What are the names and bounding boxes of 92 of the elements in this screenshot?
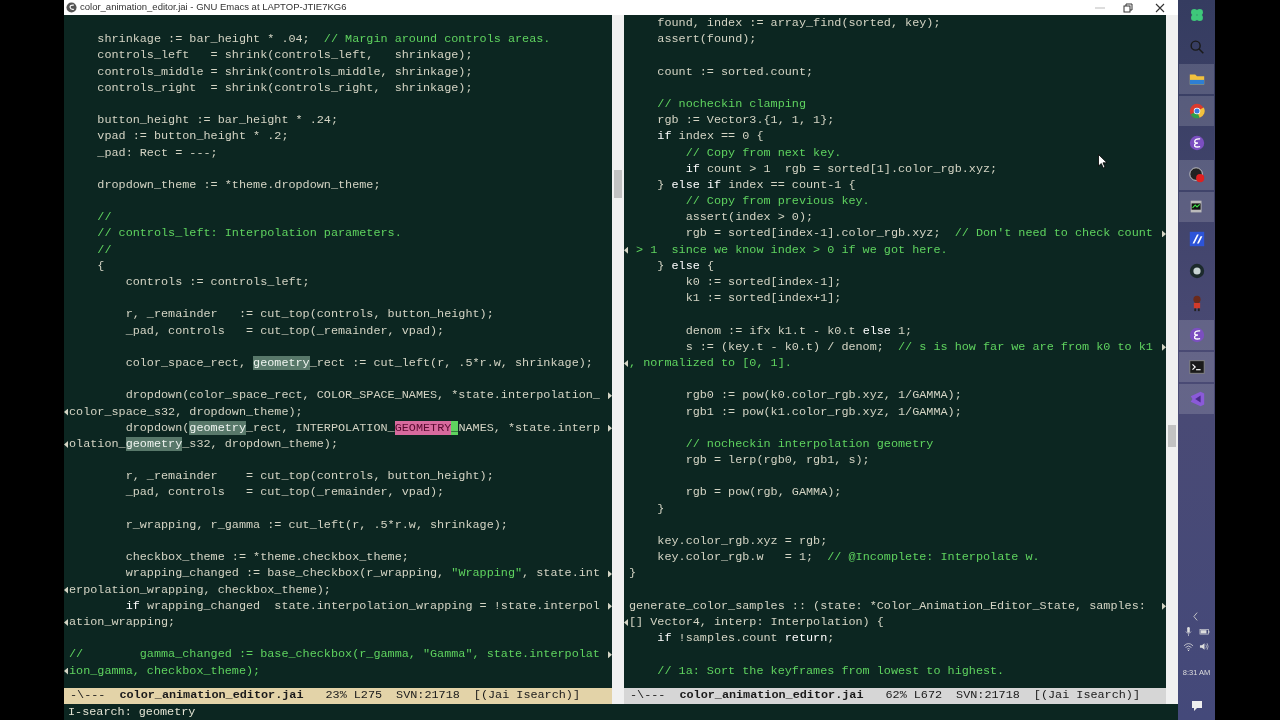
code-line: denom := ifx k1.t - k0.t else 1; [684,322,914,339]
ring-icon [1187,262,1206,280]
mode-line-status: -\--- [630,687,666,705]
code-line: // [96,209,113,226]
code-line: // Copy from next key. [684,144,843,161]
code-line: controls_middle = shrink(controls_middle, shrinkage); [96,63,474,80]
code-line: // nocheckin clamping [656,95,807,113]
code-line: dropdown_theme := *theme.dropdown_theme; [96,176,382,194]
buffer-position: 23% L275 [325,687,383,705]
tile-icon [1187,230,1206,248]
mode-line-status: -\--- [70,687,106,705]
search-icon [1187,38,1206,56]
major-mode: [(Jai Isearch)] [1033,687,1141,705]
code-line: key.color_rgb.w = 1; // @Incomplete: Interpolate w. [656,549,1041,566]
code-line: color_space_rect, geometry_rect := cut_left(r, .5*r.w, shrinkage); [124,354,594,372]
code-line: assert(index > 0); [684,209,815,226]
code-line: button_height := bar_height * .24; [96,112,339,129]
code-line: vpad := button_height * .2; [96,128,290,145]
restore-icon[interactable] [1123,2,1133,13]
code-line: // gamma_changed := base_checkbox(r_gamma, "Gamma", state.interpolat [64,646,612,663]
code-line: { [96,257,106,274]
code-line: if !samples.count return; [656,630,836,647]
code-line: _pad: Rect = ---; [96,144,219,161]
major-mode: [(Jai Isearch)] [473,687,581,705]
code-line: } [656,500,666,517]
code-line: count := sorted.count; [656,63,815,80]
terminal-icon [1187,358,1206,376]
code-line: } else { [656,257,715,274]
code-line: r, _remainder = cut_top(controls, button_height); [124,468,495,485]
mouse-pointer-icon [1098,154,1108,169]
code-line: // nocheckin interpolation geometry [684,435,935,453]
record-icon [1187,166,1206,184]
vc-status: SVN:21718 [396,687,460,705]
code-line: ion_gamma, checkbox_theme); [64,662,265,679]
code-line: } else if index == count-1 { [656,176,857,194]
code-line: , normalized to [0, 1]. [624,354,796,372]
code-line: r_wrapping, r_gamma := cut_left(r, .5*r.w, shrinkage); [124,516,509,533]
code-line: checkbox_theme := *theme.checkbox_theme; [124,549,410,566]
code-line: rgb = sorted[index-1].color_rgb.xyz; // Don't need to check count [624,225,1166,242]
code-line: // controls_left: Interpolation parameters. [96,225,403,242]
code-line: dropdown(color_space_rect, COLOR_SPACE_NAMES, *state.interpolation_ [64,387,612,404]
code-line: rgb1 := pow(k1.color_rgb.xyz, 1/GAMMA); [684,403,963,420]
notification-icon[interactable] [1190,700,1203,712]
code-line: generate_color_samples :: (state: *Color_Animation_Editor_State, samples: [624,597,1166,614]
code-line: r, _remainder := cut_top(controls, button_height); [124,306,495,323]
code-line: shrinkage := bar_height * .04; // Margin around controls areas. [96,31,552,48]
buffer-name: color_animation_editor.jai [119,687,304,705]
code-line: controls := controls_left; [124,274,311,291]
close-icon[interactable] [1155,2,1165,13]
taskbar-button[interactable] [1179,192,1214,222]
scrollbar[interactable] [1166,15,1178,704]
code-line: olation_geometry_s32, dropdown_theme); [64,435,343,453]
code-line: erpolation_wrapping, checkbox_theme); [64,581,335,598]
window-title: color_animation_editor.jai - GNU Emacs at LAPTOP-JTIE7KG6 [80,0,347,15]
code-line: controls_right = shrink(controls_right, shrinkage); [96,79,474,96]
taskbar-button[interactable] [1179,352,1214,382]
code-line: if wrapping_changed state.interpolation_wrapping = !state.interpol [64,597,612,614]
code-line: // 1a: Sort the keyframes from lowest to highest. [656,662,1006,679]
code-line: key.color_rgb.xyz = rgb; [656,533,829,550]
code-line: s := (key.t - k0.t) / denom; // s is how far we are from k0 to k1 [624,338,1166,355]
code-line: k0 := sorted[index-1]; [684,274,843,291]
code-line: if count > 1 rgb = sorted[1].color_rgb.xyz; [684,160,999,177]
code-line: rgb0 := pow(k0.color_rgb.xyz, 1/GAMMA); [684,387,963,404]
code-line: _pad, controls = cut_top(_remainder, vpad); [124,484,446,501]
code-line: [] Vector4, interp: Interpolation) { [624,613,888,631]
code-line: rgb = lerp(rgb0, rgb1, s); [684,452,871,469]
scrollbar[interactable] [612,15,624,704]
code-line: } [628,565,638,582]
vc-status: SVN:21718 [956,687,1020,705]
code-line: assert(found); [656,31,758,48]
code-line: if index == 0 { [656,128,765,145]
code-line: rgb = pow(rgb, GAMMA); [684,484,843,501]
minibuffer[interactable]: I-search: geometry [64,704,1178,720]
taskbar-button[interactable] [1179,160,1214,190]
buffer-name: color_animation_editor.jai [679,687,864,705]
code-line: k1 := sorted[index+1]; [684,290,843,307]
code-line: _pad, controls = cut_top(_remainder, vpad); [124,322,446,339]
code-line: > 1 since we know index > 0 if we got here. [624,241,952,258]
code-line: ation_wrapping; [64,613,180,631]
emacs-icon [1187,134,1206,152]
emacs-icon [1187,326,1206,344]
code-line: found, index := array_find(sorted, key); [656,15,942,32]
code-line: // [96,241,113,258]
scrollbar-thumb[interactable] [614,170,622,198]
code-line: color_space_s32, dropdown_theme); [64,403,307,420]
code-line: rgb := Vector3.{1, 1, 1}; [656,112,836,129]
scrollbar-thumb[interactable] [1168,425,1176,447]
buffer-position: 62% L672 [885,687,943,705]
browser-icon [1187,102,1206,120]
code-line: wrapping_changed := base_checkbox(r_wrapping, "Wrapping", state.int [64,565,612,582]
code-line: // Copy from previous key. [684,193,871,210]
code-line: controls_left = shrink(controls_left, shrinkage); [96,47,474,64]
